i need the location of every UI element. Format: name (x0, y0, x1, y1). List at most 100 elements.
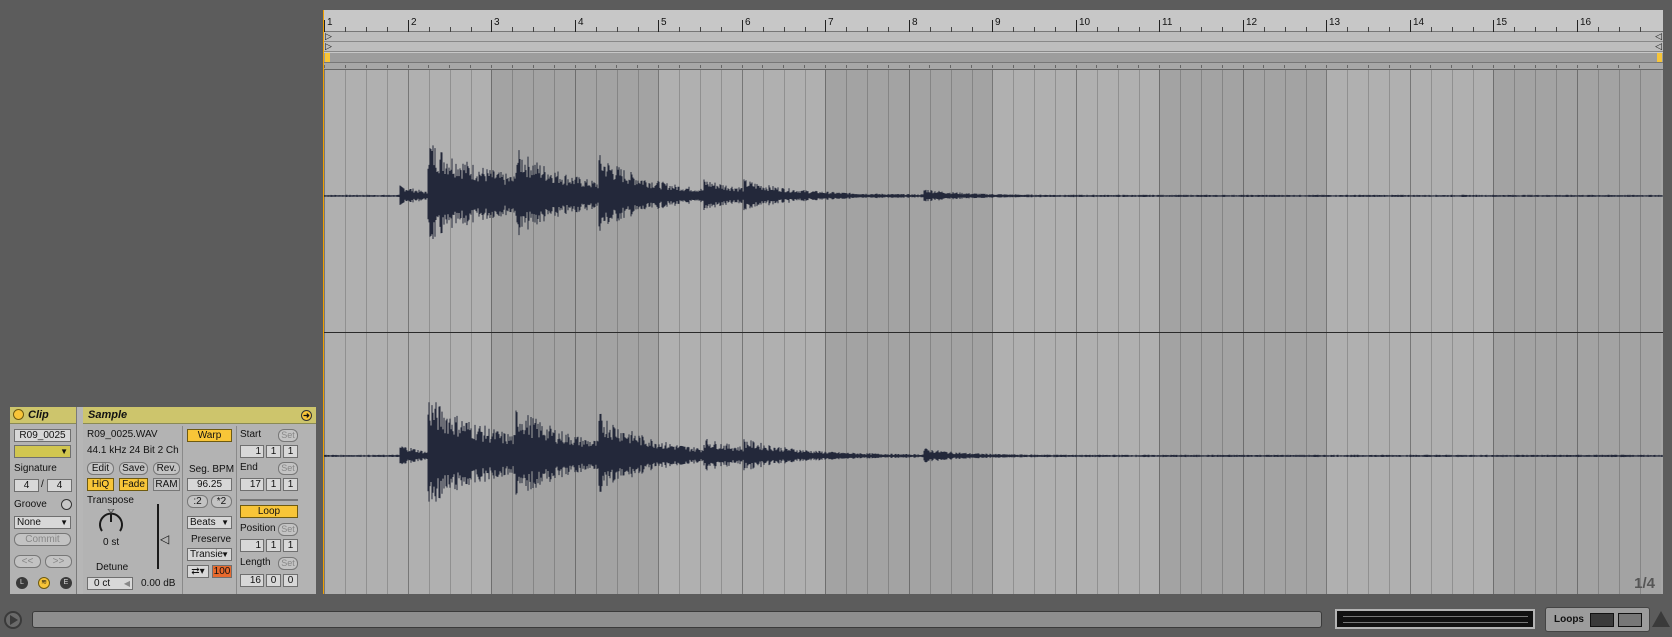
loops-panel[interactable]: Loops (1545, 607, 1650, 632)
warp-mode-select[interactable]: Beats ▼ (187, 516, 232, 529)
warp-tick (992, 65, 993, 68)
half-tempo-button[interactable]: :2 (187, 495, 208, 508)
fade-toggle[interactable]: Fade (119, 478, 148, 491)
chevron-down-icon: ▼ (60, 518, 68, 527)
warp-tick (742, 65, 743, 68)
position-label: Position (240, 523, 276, 534)
envelope-box-toggle[interactable]: E (60, 577, 72, 589)
edit-button[interactable]: Edit (87, 462, 114, 475)
detune-field[interactable]: 0 ct ◀ (87, 577, 133, 590)
loop-divider (240, 499, 298, 501)
double-tempo-button[interactable]: *2 (211, 495, 232, 508)
length-sixteenth-field[interactable]: 0 (283, 574, 298, 587)
envelope-field[interactable]: 100 (212, 565, 232, 578)
loop-brace[interactable] (324, 53, 1663, 63)
warp-tick (575, 65, 576, 68)
loop-start-icon[interactable]: ▷ (325, 41, 332, 52)
groove-select[interactable]: None ▼ (14, 516, 71, 529)
preserve-select[interactable]: Transie ▼ (187, 548, 232, 561)
loop-mode-select[interactable]: ⇄▾ (187, 565, 209, 578)
arrow-right-icon[interactable]: ➜ (301, 410, 312, 421)
gain-slider-handle[interactable]: ◁ (160, 533, 169, 545)
commit-button[interactable]: Commit (14, 533, 71, 546)
transpose-knob[interactable] (97, 508, 125, 535)
warp-tick (762, 65, 763, 68)
position-bar-field[interactable]: 1 (240, 539, 264, 552)
waveform-area[interactable] (324, 70, 1663, 594)
length-bar-field[interactable]: 16 (240, 574, 264, 587)
warp-tick (512, 65, 513, 68)
start-sixteenth-field[interactable]: 1 (283, 445, 298, 458)
warp-tick (888, 65, 889, 68)
position-beat-field[interactable]: 1 (266, 539, 281, 552)
warning-icon[interactable] (1652, 611, 1670, 627)
signature-denominator[interactable]: 4 (47, 479, 72, 492)
loop-brace-left[interactable] (325, 53, 330, 62)
loop-toggle[interactable]: Loop (240, 505, 298, 518)
clip-color-select[interactable]: ▼ (14, 445, 71, 458)
ram-toggle[interactable]: RAM (153, 478, 180, 491)
midi-overview-icon[interactable] (1618, 613, 1642, 627)
end-beat-field[interactable]: 1 (266, 478, 281, 491)
warp-tick (721, 65, 722, 68)
end-sixteenth-field[interactable]: 1 (283, 478, 298, 491)
gain-slider-track[interactable] (157, 504, 159, 569)
warp-tick (470, 65, 471, 68)
warp-tick (1096, 65, 1097, 68)
warp-tick (1201, 65, 1202, 68)
warp-tick (1222, 65, 1223, 68)
loop-end-icon[interactable]: ◁ (1655, 41, 1662, 52)
warp-tick (637, 65, 638, 68)
start-beat-field[interactable]: 1 (266, 445, 281, 458)
clip-name-field[interactable]: R09_0025 (14, 429, 71, 442)
end-set-button[interactable]: Set (278, 462, 298, 475)
warp-tick (909, 65, 910, 68)
loop-overview-icon[interactable] (1590, 613, 1614, 627)
overview-line (1343, 622, 1528, 623)
transpose-label: Transpose (87, 495, 134, 506)
end-label: End (240, 462, 258, 473)
warp-tick (783, 65, 784, 68)
chevron-down-icon: ▼ (60, 447, 68, 456)
beat-time-ruler[interactable]: 1 2 3 4 5 6 7 8 9 10 11 12 13 14 15 16 ▷ ◁ ▷ ◁ (324, 10, 1663, 70)
length-beat-field[interactable]: 0 (266, 574, 281, 587)
start-bar-field[interactable]: 1 (240, 445, 264, 458)
warp-toggle[interactable]: Warp (187, 429, 232, 442)
position-sixteenth-field[interactable]: 1 (283, 539, 298, 552)
clip-activator-icon[interactable] (13, 409, 24, 420)
launch-box-toggle[interactable]: L (16, 577, 28, 589)
warp-tick (1410, 65, 1411, 68)
sample-editor[interactable]: 1 2 3 4 5 6 7 8 9 10 11 12 13 14 15 16 ▷ ◁ ▷ ◁ 1/4 (323, 10, 1663, 594)
seg-bpm-field[interactable]: 96.25 (187, 478, 232, 491)
sample-box-toggle[interactable]: ≋ (38, 577, 50, 589)
nudge-forward-button[interactable]: >> (45, 555, 72, 568)
warp-tick (1013, 65, 1014, 68)
groove-hotswap-icon[interactable] (61, 499, 72, 510)
sample-header-title: Sample (88, 409, 128, 421)
warp-marker-row[interactable] (324, 63, 1663, 70)
start-marker-row[interactable]: ▷ ◁ (324, 31, 1663, 42)
waveform (324, 145, 1663, 502)
warp-tick (1389, 65, 1390, 68)
warp-tick (1076, 65, 1077, 68)
loop-marker-row[interactable]: ▷ ◁ (324, 41, 1663, 52)
warp-tick (1347, 65, 1348, 68)
save-button[interactable]: Save (119, 462, 148, 475)
start-set-button[interactable]: Set (278, 429, 298, 442)
ruler-bar-tick (1577, 20, 1578, 32)
ruler-bar-number: 13 (1329, 17, 1341, 28)
reverse-button[interactable]: Rev. (153, 462, 180, 475)
warp-tick (1368, 65, 1369, 68)
end-bar-field[interactable]: 17 (240, 478, 264, 491)
position-set-button[interactable]: Set (278, 523, 298, 536)
length-set-button[interactable]: Set (278, 557, 298, 570)
sample-format: 44.1 kHz 24 Bit 2 Ch (87, 445, 179, 456)
transpose-value: 0 st (103, 537, 120, 548)
nudge-back-button[interactable]: << (14, 555, 41, 568)
warp-tick (804, 65, 805, 68)
hiq-toggle[interactable]: HiQ (87, 478, 114, 491)
signature-numerator[interactable]: 4 (14, 479, 39, 492)
loop-brace-right[interactable] (1657, 53, 1662, 62)
overview-display[interactable] (1335, 609, 1535, 629)
warp-tick (428, 65, 429, 68)
